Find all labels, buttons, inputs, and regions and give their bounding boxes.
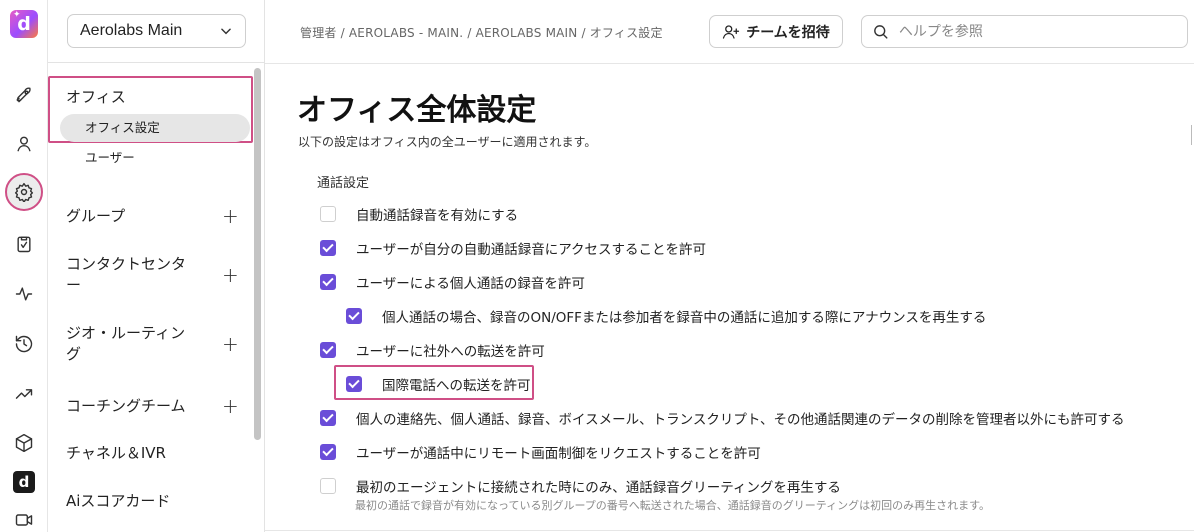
sidebar-item-office-settings[interactable]: オフィス設定 (60, 114, 250, 142)
top-header: 管理者 / AEROLABS - MAIN. / AEROLABS MAIN /… (265, 0, 1194, 64)
checkbox[interactable] (320, 274, 336, 290)
gear-icon[interactable] (5, 173, 43, 211)
main-content: オフィス全体設定 以下の設定はオフィス内の全ユーザーに適用されます。 通話設定 … (265, 65, 1194, 532)
add-user-icon (723, 24, 740, 39)
option-label: 国際電話への転送を許可 (382, 378, 531, 394)
invite-team-button[interactable]: チームを招待 (709, 15, 843, 48)
option-label: ユーザーが自分の自動通話録音にアクセスすることを許可 (356, 242, 707, 258)
breadcrumb[interactable]: 管理者 / AEROLABS - MAIN. / AEROLABS MAIN /… (300, 24, 663, 41)
checkbox[interactable] (346, 308, 362, 324)
option-personal-call-recording[interactable]: ユーザーによる個人通話の録音を許可 (320, 272, 585, 292)
option-label: ユーザーによる個人通話の録音を許可 (356, 276, 585, 292)
org-select-label: Aerolabs Main (80, 22, 183, 39)
chevron-down-icon (221, 28, 231, 35)
sidebar-item-channels-ivr[interactable]: チャネル＆IVR (66, 443, 238, 464)
plus-icon[interactable]: + (222, 394, 239, 418)
sidebar-item-label: コンタクトセンター (66, 255, 187, 294)
option-label: 個人通話の場合、録音のON/OFFまたは参加者を録音中の通話に追加する際にアナウ… (382, 310, 987, 326)
option-label: ユーザーが通話中にリモート画面制御をリクエストすることを許可 (356, 446, 761, 462)
sidebar-item-ai-scorecard[interactable]: Aiスコアカード (66, 491, 238, 512)
option-recording-announcement[interactable]: 個人通話の場合、録音のON/OFFまたは参加者を録音中の通話に追加する際にアナウ… (346, 306, 986, 326)
clipboard-icon[interactable] (12, 232, 36, 256)
option-external-transfer[interactable]: ユーザーに社外への転送を許可 (320, 340, 545, 360)
cube-icon[interactable] (12, 431, 36, 455)
option-auto-recording[interactable]: 自動通話録音を有効にする (320, 204, 518, 224)
activity-icon[interactable] (12, 282, 36, 306)
sidebar-item-contact-center[interactable]: コンタクトセンター + (66, 254, 239, 296)
page-title: オフィス全体設定 (297, 93, 537, 128)
option-remote-control[interactable]: ユーザーが通話中にリモート画面制御をリクエストすることを許可 (320, 442, 761, 462)
video-icon[interactable] (12, 508, 36, 532)
checkbox[interactable] (320, 444, 336, 460)
plus-icon[interactable]: + (222, 204, 239, 228)
option-label: 最初のエージェントに接続された時にのみ、通話録音グリーティングを再生する (356, 480, 841, 496)
icon-rail: ✦ d d (0, 0, 48, 532)
plus-icon[interactable]: + (222, 332, 239, 356)
dialpad-logo[interactable]: d (13, 471, 35, 493)
sidebar-item-groups[interactable]: グループ + (66, 204, 239, 228)
option-label: 個人の連絡先、個人通話、録音、ボイスメール、トランスクリプト、その他通話関連のデ… (356, 412, 1125, 428)
app-logo[interactable]: ✦ d (10, 10, 38, 38)
org-select[interactable]: Aerolabs Main (67, 14, 246, 48)
checkbox[interactable] (320, 206, 336, 222)
sidebar-item-label: チャネル＆IVR (66, 444, 166, 462)
checkbox[interactable] (320, 240, 336, 256)
search-icon (874, 25, 888, 39)
option-international-transfer[interactable]: 国際電話への転送を許可 (346, 374, 531, 394)
user-icon[interactable] (12, 132, 36, 156)
invite-team-label: チームを招待 (746, 24, 830, 41)
option-greeting-first-agent[interactable]: 最初のエージェントに接続された時にのみ、通話録音グリーティングを再生する (320, 476, 841, 496)
checkbox[interactable] (320, 410, 336, 426)
sidebar-divider (48, 62, 264, 63)
dp-logo-letter: d (18, 473, 30, 491)
sparkle-icon: ✦ (13, 10, 21, 20)
plus-icon[interactable]: + (222, 263, 239, 287)
sidebar-item-label: Aiスコアカード (66, 492, 171, 510)
option-access-auto-recordings[interactable]: ユーザーが自分の自動通話録音にアクセスすることを許可 (320, 238, 706, 258)
option-label: 自動通話録音を有効にする (356, 208, 519, 224)
sidebar-item-users[interactable]: ユーザー (60, 144, 250, 172)
rocket-icon[interactable] (12, 83, 36, 107)
settings-sidebar: Aerolabs Main オフィス オフィス設定 ユーザー グループ + コン… (48, 0, 265, 532)
checkbox[interactable] (320, 342, 336, 358)
page-description: 以下の設定はオフィス内の全ユーザーに適用されます。 (298, 135, 597, 149)
section-title: 通話設定 (317, 176, 370, 191)
sidebar-item-office[interactable]: オフィス (66, 86, 126, 107)
sidebar-item-geo-routing[interactable]: ジオ・ルーティング + (66, 323, 239, 365)
sidebar-item-label: ジオ・ルーティング (66, 324, 186, 363)
option-label: ユーザーに社外への転送を許可 (356, 344, 545, 360)
sidebar-scrollbar[interactable] (254, 68, 261, 440)
search-input[interactable] (898, 23, 1177, 40)
option-data-deletion[interactable]: 個人の連絡先、個人通話、録音、ボイスメール、トランスクリプト、その他通話関連のデ… (320, 408, 1125, 428)
checkbox[interactable] (346, 376, 362, 392)
checkbox[interactable] (320, 478, 336, 494)
content-bottom-divider (265, 530, 1194, 531)
trending-icon[interactable] (12, 382, 36, 406)
history-icon[interactable] (12, 332, 36, 356)
help-search[interactable] (861, 15, 1188, 48)
option-hint: 最初の通話で録音が有効になっている別グループの番号へ転送された場合、通話録音のグ… (355, 499, 991, 512)
sidebar-item-coaching-team[interactable]: コーチングチーム + (66, 394, 239, 418)
sidebar-item-label: グループ (66, 206, 126, 225)
sidebar-item-label: コーチングチーム (66, 396, 186, 415)
